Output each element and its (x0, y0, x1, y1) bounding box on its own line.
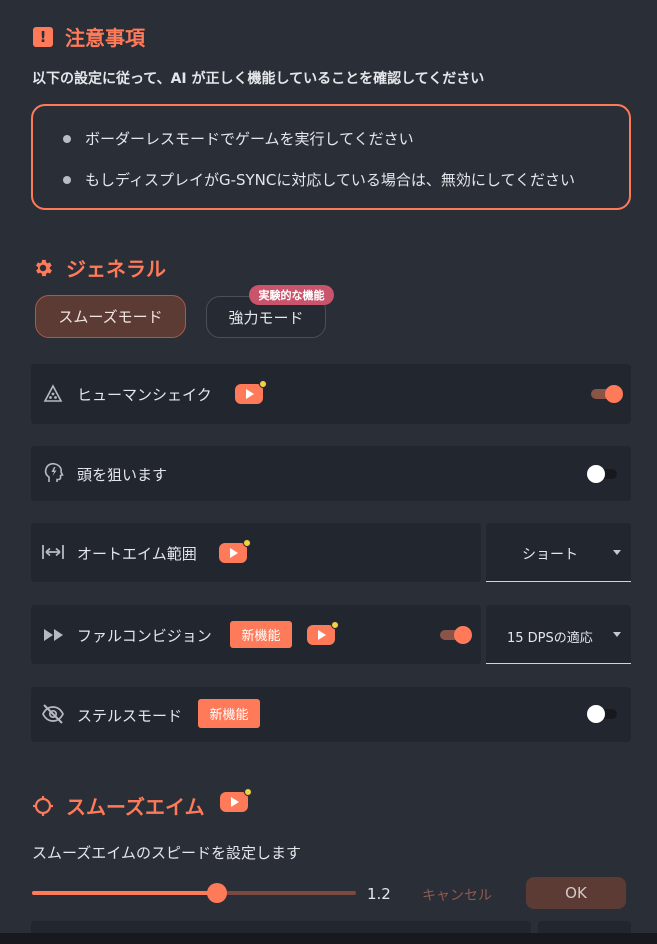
smooth-aim-description: スムーズエイムのスピードを設定します (32, 844, 301, 862)
notice-item: もしディスプレイがG-SYNCに対応している場合は、無効にしてください (63, 169, 575, 190)
setting-row-auto-aim-range: オートエイム範囲 (31, 523, 481, 582)
setting-row-falcon-vision: ファルコンビジョン 新機能 (31, 605, 481, 664)
setting-label: オートエイム範囲 (77, 545, 197, 563)
cancel-button[interactable]: キャンセル (422, 885, 492, 905)
ok-button[interactable]: OK (526, 877, 626, 909)
bullet-icon (63, 175, 71, 184)
setting-row-human-shake: ヒューマンシェイク (31, 364, 631, 424)
notification-dot (331, 621, 339, 629)
gear-icon (36, 259, 52, 276)
mode-label: スムーズモード (58, 308, 163, 326)
smooth-aim-value: 1.2 (367, 885, 391, 903)
setting-label: ステルスモード (77, 707, 183, 725)
human-shake-toggle[interactable] (591, 385, 623, 403)
setting-label: ファルコンビジョン (77, 627, 212, 645)
smooth-mode-button[interactable]: スムーズモード (35, 295, 186, 338)
bullet-icon (63, 134, 71, 143)
experimental-badge: 実験的な機能 (249, 285, 334, 305)
video-tutorial-icon[interactable] (220, 788, 252, 812)
falcon-vision-select[interactable]: 15 DPSの適応 (486, 605, 631, 664)
auto-aim-range-select[interactable]: ショート (486, 523, 631, 582)
smooth-aim-title: スムーズエイム (66, 795, 205, 819)
smooth-aim-header: スムーズエイム (32, 791, 205, 820)
video-tutorial-icon[interactable] (219, 539, 251, 563)
setting-row-aim-head: 頭を狙います (31, 446, 631, 501)
notice-item-text: ボーダーレスモードでゲームを実行してください (85, 130, 414, 148)
general-header: ジェネラル (32, 253, 166, 282)
eye-off-icon (41, 704, 65, 724)
general-title: ジェネラル (66, 257, 166, 281)
new-feature-badge: 新機能 (198, 699, 260, 728)
setting-row-stealth-mode: ステルスモード 新機能 (31, 687, 631, 742)
ok-label: OK (565, 884, 587, 902)
crosshair-icon (33, 795, 53, 816)
smooth-aim-slider-handle[interactable] (207, 883, 227, 903)
stealth-mode-toggle[interactable] (587, 705, 619, 723)
triangle-dots-icon (43, 384, 63, 404)
notice-title: 注意事項 (65, 26, 145, 50)
select-value: ショート (522, 547, 578, 563)
notice-subtitle: 以下の設定に従って、AI が正しく機能していることを確認してください (32, 71, 485, 87)
range-arrows-icon (41, 542, 65, 562)
aim-head-toggle[interactable] (587, 465, 619, 483)
notice-item: ボーダーレスモードでゲームを実行してください (63, 128, 414, 149)
warning-icon: ! (33, 26, 53, 47)
new-feature-badge: 新機能 (230, 621, 292, 648)
falcon-vision-toggle[interactable] (440, 626, 472, 644)
mode-label: 強力モード (228, 308, 304, 327)
head-bolt-icon (43, 462, 65, 484)
setting-label: 頭を狙います (77, 466, 168, 484)
notice-item-text: もしディスプレイがG-SYNCに対応している場合は、無効にしてください (85, 171, 576, 189)
video-tutorial-icon[interactable] (307, 621, 339, 645)
notice-header: ! 注意事項 (33, 22, 145, 51)
chevron-down-icon (613, 550, 621, 555)
video-tutorial-icon[interactable] (235, 380, 267, 404)
bottom-bar (0, 933, 657, 944)
chevron-down-icon (613, 632, 621, 637)
notification-dot (259, 380, 267, 388)
smooth-aim-slider-fill (32, 891, 217, 895)
select-value: 15 DPSの適応 (507, 631, 593, 646)
fast-forward-icon (43, 627, 65, 643)
notice-box: ボーダーレスモードでゲームを実行してください もしディスプレイがG-SYNCに対… (31, 104, 631, 210)
notification-dot (243, 539, 251, 547)
notification-dot (244, 788, 252, 796)
setting-label: ヒューマンシェイク (77, 386, 212, 404)
